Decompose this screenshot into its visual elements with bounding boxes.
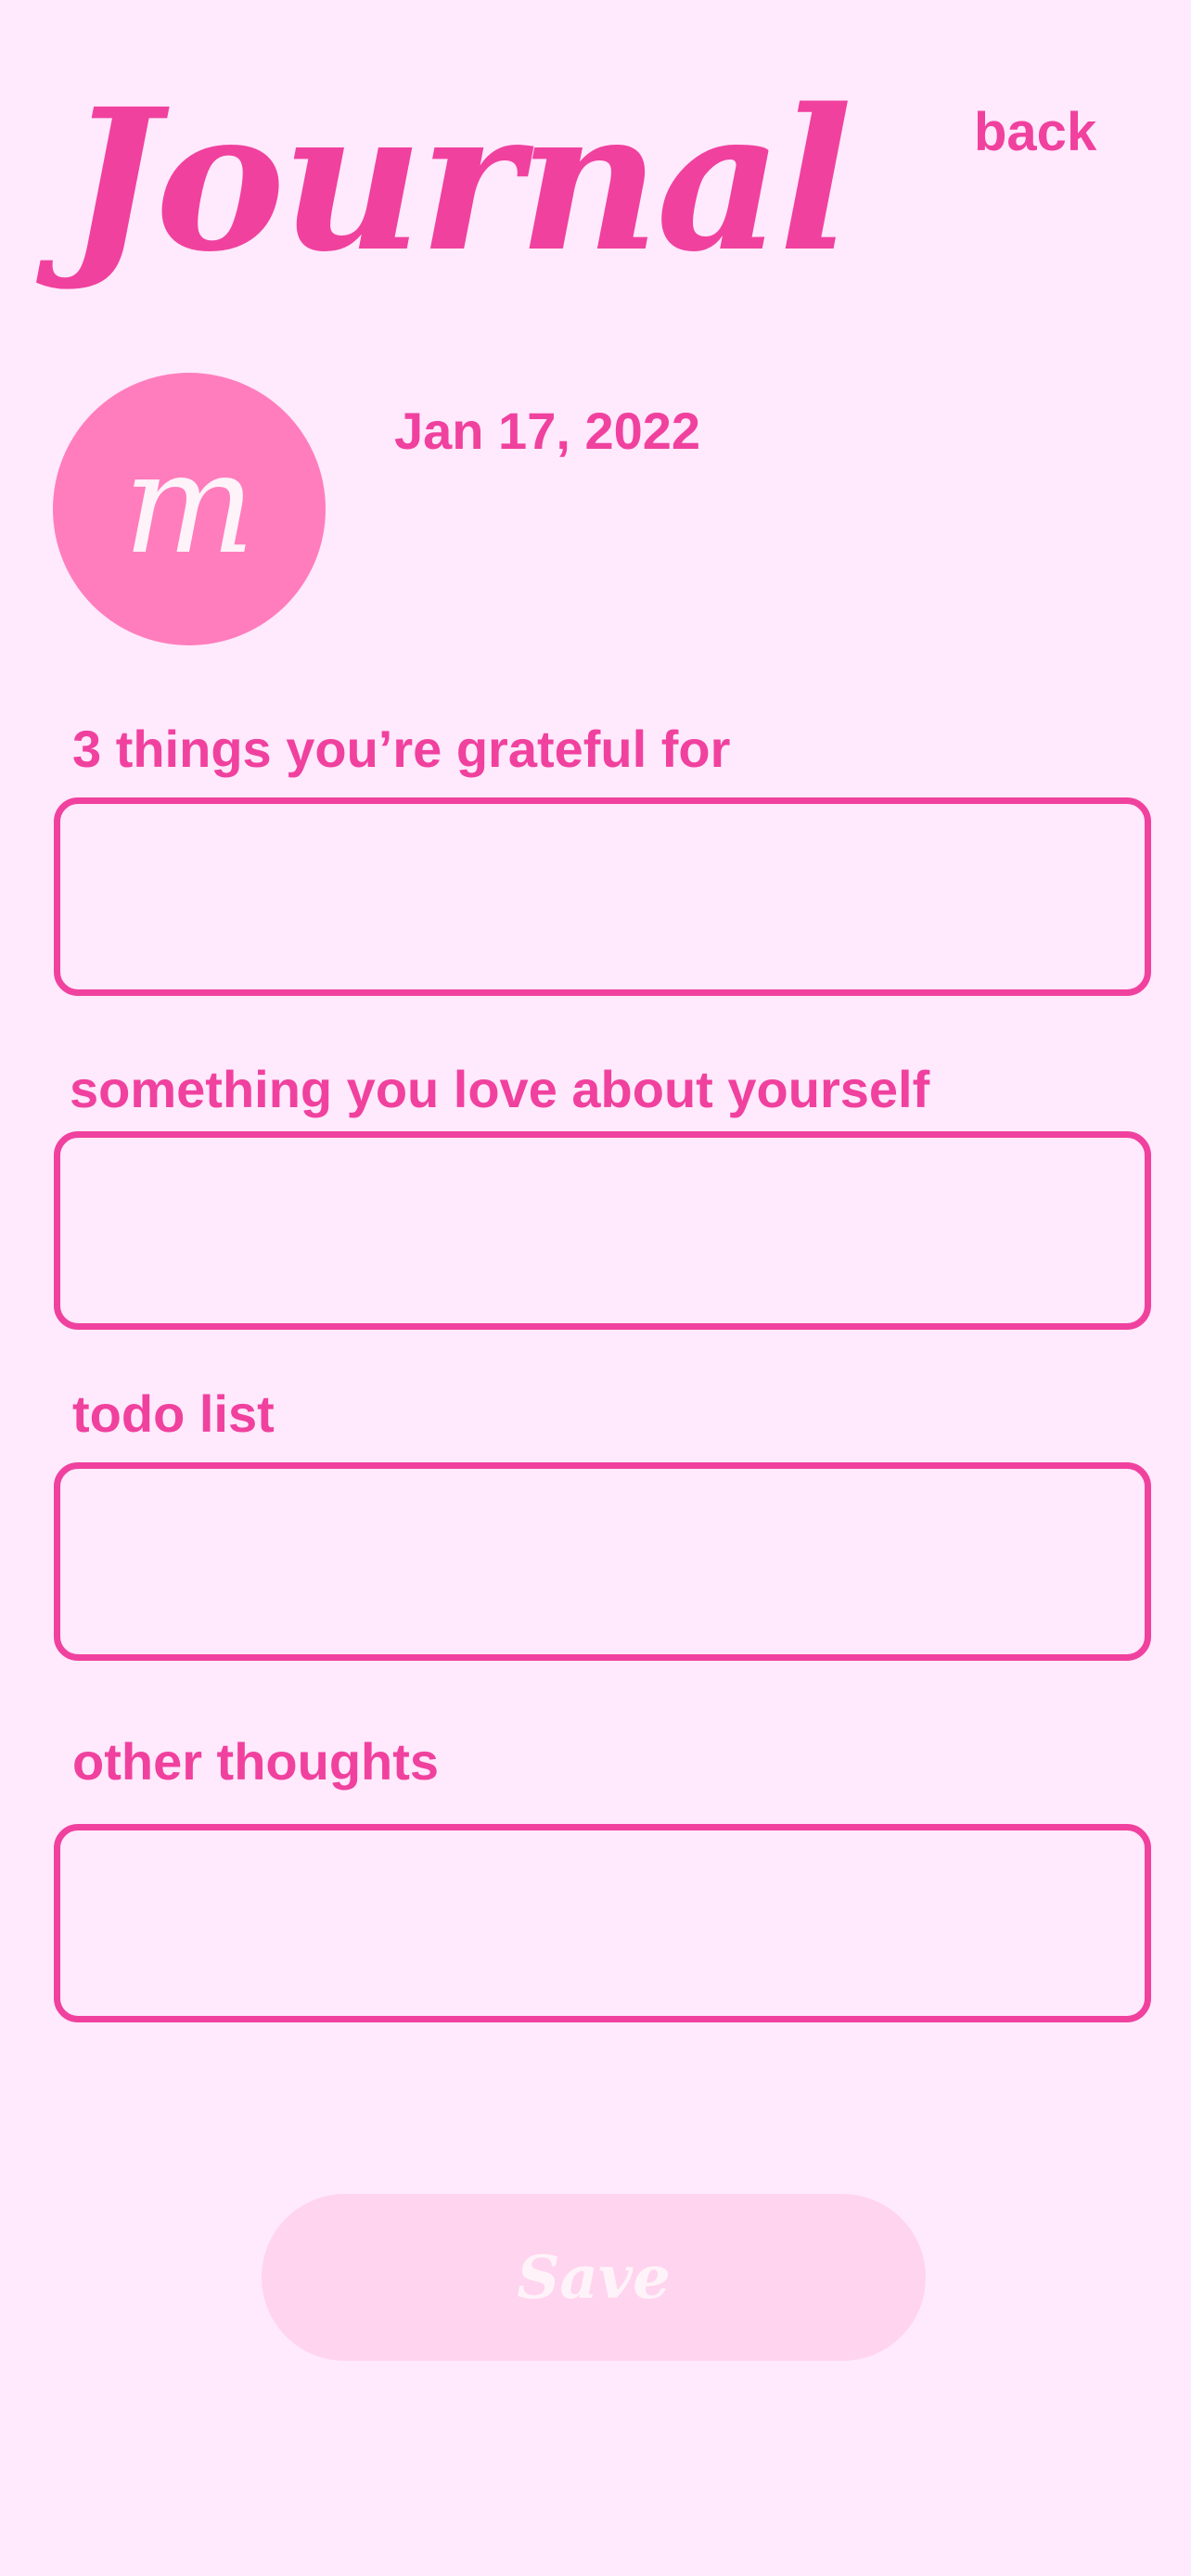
save-button[interactable]: Save <box>262 2194 926 2361</box>
grateful-field[interactable] <box>54 797 1151 996</box>
self-love-input[interactable] <box>60 1138 1145 1323</box>
back-button[interactable]: back <box>974 100 1096 165</box>
todo-input[interactable] <box>60 1469 1145 1654</box>
avatar-initial: m <box>122 424 256 585</box>
todo-field[interactable] <box>54 1462 1151 1661</box>
grateful-label: 3 things you’re grateful for <box>72 720 731 778</box>
page-title: Journal <box>67 66 852 295</box>
avatar: m <box>53 373 326 645</box>
todo-label: todo list <box>72 1384 275 1443</box>
other-thoughts-field[interactable] <box>54 1824 1151 2022</box>
self-love-field[interactable] <box>54 1131 1151 1330</box>
self-love-label: something you love about yourself <box>70 1060 930 1118</box>
other-thoughts-input[interactable] <box>60 1830 1145 2016</box>
other-thoughts-label: other thoughts <box>72 1732 440 1791</box>
entry-date: Jan 17, 2022 <box>394 402 701 460</box>
grateful-input[interactable] <box>60 804 1145 989</box>
